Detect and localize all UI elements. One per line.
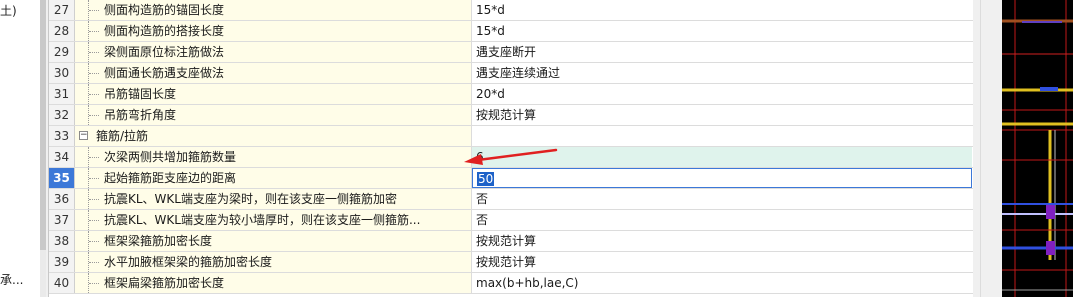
row-number: 31 xyxy=(49,84,75,104)
property-name: 吊筋弯折角度 xyxy=(104,108,177,122)
property-value[interactable]: max(b+hb,lae,C) xyxy=(472,273,972,293)
property-name-cell[interactable]: 吊筋弯折角度 xyxy=(75,105,472,125)
table-row[interactable]: 31 吊筋锚固长度 20*d xyxy=(49,84,973,105)
table-row[interactable]: 39 水平加腋框架梁的箍筋加密长度 按规范计算 xyxy=(49,252,973,273)
collapse-toggle-icon[interactable]: − xyxy=(79,131,88,140)
table-row[interactable]: 34 次梁两侧共增加箍筋数量 6 xyxy=(49,147,973,168)
tree-tick xyxy=(89,10,99,11)
property-value[interactable]: 遇支座断开 xyxy=(472,42,972,62)
left-panel-text-bottom[interactable]: 承... xyxy=(0,271,23,288)
row-number: 32 xyxy=(49,105,75,125)
property-name-cell[interactable]: 侧面构造筋的搭接长度 xyxy=(75,21,472,41)
property-value[interactable]: 6 xyxy=(472,147,972,167)
property-value[interactable]: 15*d xyxy=(472,0,972,20)
grid-scrollbar[interactable] xyxy=(980,0,998,297)
property-value[interactable]: 按规范计算 xyxy=(472,231,972,251)
property-name: 抗震KL、WKL端支座为较小墙厚时，则在该支座一侧箍筋... xyxy=(104,213,421,227)
property-name-cell[interactable]: 框架扁梁箍筋加密长度 xyxy=(75,273,472,293)
table-row[interactable]: 27 侧面构造筋的锚固长度 15*d xyxy=(49,0,973,21)
property-name: 梁侧面原位标注筋做法 xyxy=(104,45,225,59)
row-number: 30 xyxy=(49,63,75,83)
property-value[interactable]: 按规范计算 xyxy=(472,105,972,125)
cad-background xyxy=(1002,0,1073,297)
tree-tick xyxy=(89,31,99,32)
tree-tick xyxy=(89,199,99,200)
property-grid: 27 侧面构造筋的锚固长度 15*d 28 侧面构造筋的搭接长度 15*d 29… xyxy=(48,0,973,297)
tree-tick xyxy=(89,283,99,284)
tree-tick xyxy=(89,241,99,242)
tree-tick xyxy=(89,178,99,179)
property-name: 侧面通长筋遇支座做法 xyxy=(104,66,225,80)
property-value-editor[interactable]: 50 xyxy=(472,168,972,188)
left-panel-text-top[interactable]: 土) xyxy=(0,2,17,19)
property-value-input[interactable]: 50 xyxy=(477,172,495,186)
property-name-cell[interactable]: 次梁两侧共增加箍筋数量 xyxy=(75,147,472,167)
property-name-cell[interactable]: 抗震KL、WKL端支座为梁时，则在该支座一侧箍筋加密 xyxy=(75,189,472,209)
tree-tick xyxy=(89,73,99,74)
table-row[interactable]: 37 抗震KL、WKL端支座为较小墙厚时，则在该支座一侧箍筋... 否 xyxy=(49,210,973,231)
property-name-cell[interactable]: 侧面通长筋遇支座做法 xyxy=(75,63,472,83)
property-value[interactable]: 否 xyxy=(472,210,972,230)
property-value xyxy=(472,126,972,146)
row-number: 27 xyxy=(49,0,75,20)
property-group-cell[interactable]: − 箍筋/拉筋 xyxy=(75,126,472,146)
property-group-name: 箍筋/拉筋 xyxy=(96,129,149,143)
property-name: 框架梁箍筋加密长度 xyxy=(104,234,213,248)
table-row-selected[interactable]: 35 起始箍筋距支座边的距离 50 xyxy=(49,168,973,189)
property-name: 吊筋锚固长度 xyxy=(104,87,177,101)
row-number: 38 xyxy=(49,231,75,251)
property-value[interactable]: 否 xyxy=(472,189,972,209)
left-panel-scrollbar[interactable] xyxy=(40,0,46,297)
property-name-cell[interactable]: 起始箍筋距支座边的距离 xyxy=(75,168,472,188)
row-number: 36 xyxy=(49,189,75,209)
table-row[interactable]: 29 梁侧面原位标注筋做法 遇支座断开 xyxy=(49,42,973,63)
cad-column xyxy=(1046,205,1055,219)
left-panel-scrollbar-thumb[interactable] xyxy=(40,0,46,250)
property-value[interactable]: 按规范计算 xyxy=(472,252,972,272)
row-number: 34 xyxy=(49,147,75,167)
property-name-cell[interactable]: 侧面构造筋的锚固长度 xyxy=(75,0,472,20)
property-name: 侧面构造筋的搭接长度 xyxy=(104,24,225,38)
property-name-cell[interactable]: 水平加腋框架梁的箍筋加密长度 xyxy=(75,252,472,272)
table-row-group[interactable]: 33 − 箍筋/拉筋 xyxy=(49,126,973,147)
row-number: 33 xyxy=(49,126,75,146)
table-row[interactable]: 32 吊筋弯折角度 按规范计算 xyxy=(49,105,973,126)
table-row[interactable]: 36 抗震KL、WKL端支座为梁时，则在该支座一侧箍筋加密 否 xyxy=(49,189,973,210)
row-number: 39 xyxy=(49,252,75,272)
property-name-cell[interactable]: 框架梁箍筋加密长度 xyxy=(75,231,472,251)
row-number: 37 xyxy=(49,210,75,230)
tree-tick xyxy=(89,115,99,116)
property-value[interactable]: 15*d xyxy=(472,21,972,41)
property-name: 抗震KL、WKL端支座为梁时，则在该支座一侧箍筋加密 xyxy=(104,192,397,206)
tree-tick xyxy=(89,157,99,158)
row-number: 40 xyxy=(49,273,75,293)
property-name-cell[interactable]: 吊筋锚固长度 xyxy=(75,84,472,104)
table-row[interactable]: 30 侧面通长筋遇支座做法 遇支座连续通过 xyxy=(49,63,973,84)
tree-tick xyxy=(89,262,99,263)
row-number: 35 xyxy=(49,168,75,188)
property-name: 框架扁梁箍筋加密长度 xyxy=(104,276,225,290)
property-value[interactable]: 遇支座连续通过 xyxy=(472,63,972,83)
property-name: 起始箍筋距支座边的距离 xyxy=(104,171,237,185)
cad-column xyxy=(1046,241,1055,255)
cad-drawing-view[interactable] xyxy=(1002,0,1073,297)
row-number: 29 xyxy=(49,42,75,62)
tree-tick xyxy=(89,52,99,53)
property-value[interactable]: 20*d xyxy=(472,84,972,104)
tree-tick xyxy=(89,94,99,95)
tree-tick xyxy=(89,220,99,221)
property-name-cell[interactable]: 梁侧面原位标注筋做法 xyxy=(75,42,472,62)
row-number: 28 xyxy=(49,21,75,41)
table-row[interactable]: 28 侧面构造筋的搭接长度 15*d xyxy=(49,21,973,42)
left-panel: 土) 承... xyxy=(0,0,41,297)
table-row[interactable]: 40 框架扁梁箍筋加密长度 max(b+hb,lae,C) xyxy=(49,273,973,294)
property-name: 水平加腋框架梁的箍筋加密长度 xyxy=(104,255,273,269)
table-row[interactable]: 38 框架梁箍筋加密长度 按规范计算 xyxy=(49,231,973,252)
property-name: 次梁两侧共增加箍筋数量 xyxy=(104,150,237,164)
property-name-cell[interactable]: 抗震KL、WKL端支座为较小墙厚时，则在该支座一侧箍筋... xyxy=(75,210,472,230)
property-name: 侧面构造筋的锚固长度 xyxy=(104,3,225,17)
